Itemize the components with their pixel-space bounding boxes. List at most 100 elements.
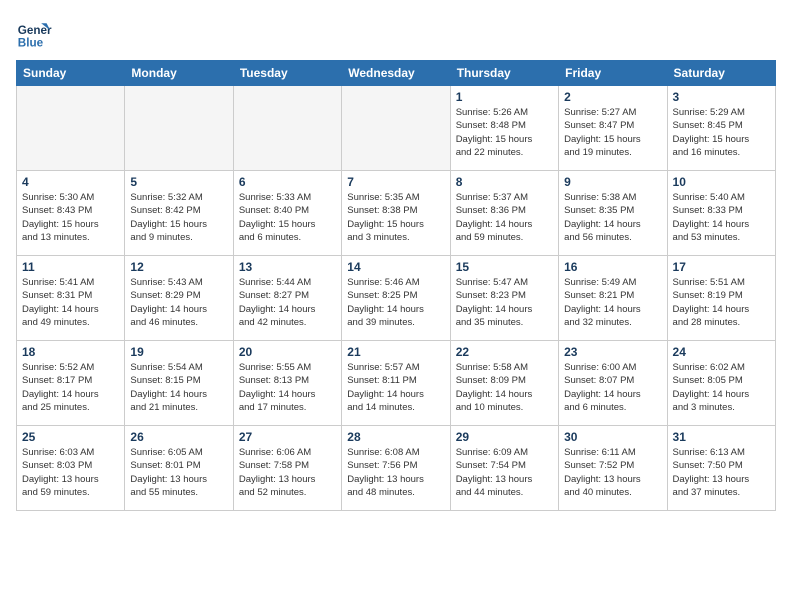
calendar-cell: 25 Sunrise: 6:03 AM Sunset: 8:03 PM Dayli…: [17, 426, 125, 511]
week-row-2: 4 Sunrise: 5:30 AM Sunset: 8:43 PM Daylig…: [17, 171, 776, 256]
day-number: 1: [456, 90, 553, 104]
calendar-cell: 3 Sunrise: 5:29 AM Sunset: 8:45 PM Daylig…: [667, 86, 775, 171]
calendar-cell: [342, 86, 450, 171]
calendar-cell: 11 Sunrise: 5:41 AM Sunset: 8:31 PM Dayli…: [17, 256, 125, 341]
calendar-cell: 17 Sunrise: 5:51 AM Sunset: 8:19 PM Dayli…: [667, 256, 775, 341]
day-info: Sunrise: 5:29 AM Sunset: 8:45 PM Dayligh…: [673, 106, 770, 159]
calendar-cell: 8 Sunrise: 5:37 AM Sunset: 8:36 PM Daylig…: [450, 171, 558, 256]
day-number: 20: [239, 345, 336, 359]
day-number: 29: [456, 430, 553, 444]
day-info: Sunrise: 5:41 AM Sunset: 8:31 PM Dayligh…: [22, 276, 119, 329]
day-info: Sunrise: 5:55 AM Sunset: 8:13 PM Dayligh…: [239, 361, 336, 414]
day-number: 22: [456, 345, 553, 359]
calendar-cell: 21 Sunrise: 5:57 AM Sunset: 8:11 PM Dayli…: [342, 341, 450, 426]
day-number: 15: [456, 260, 553, 274]
day-info: Sunrise: 6:06 AM Sunset: 7:58 PM Dayligh…: [239, 446, 336, 499]
day-info: Sunrise: 5:57 AM Sunset: 8:11 PM Dayligh…: [347, 361, 444, 414]
day-number: 11: [22, 260, 119, 274]
week-row-5: 25 Sunrise: 6:03 AM Sunset: 8:03 PM Dayli…: [17, 426, 776, 511]
day-info: Sunrise: 5:26 AM Sunset: 8:48 PM Dayligh…: [456, 106, 553, 159]
day-info: Sunrise: 5:49 AM Sunset: 8:21 PM Dayligh…: [564, 276, 661, 329]
day-info: Sunrise: 6:09 AM Sunset: 7:54 PM Dayligh…: [456, 446, 553, 499]
col-header-thursday: Thursday: [450, 61, 558, 86]
day-number: 28: [347, 430, 444, 444]
day-info: Sunrise: 6:08 AM Sunset: 7:56 PM Dayligh…: [347, 446, 444, 499]
calendar-cell: 30Sunrise: 6:11 AM Sunset: 7:52 PM Dayli…: [559, 426, 667, 511]
day-number: 27: [239, 430, 336, 444]
calendar-cell: [17, 86, 125, 171]
col-header-monday: Monday: [125, 61, 233, 86]
calendar-cell: 5 Sunrise: 5:32 AM Sunset: 8:42 PM Daylig…: [125, 171, 233, 256]
day-number: 25: [22, 430, 119, 444]
day-number: 24: [673, 345, 770, 359]
calendar-cell: 26Sunrise: 6:05 AM Sunset: 8:01 PM Dayli…: [125, 426, 233, 511]
col-header-wednesday: Wednesday: [342, 61, 450, 86]
day-number: 5: [130, 175, 227, 189]
calendar-cell: 2 Sunrise: 5:27 AM Sunset: 8:47 PM Daylig…: [559, 86, 667, 171]
day-number: 30: [564, 430, 661, 444]
calendar-cell: 4 Sunrise: 5:30 AM Sunset: 8:43 PM Daylig…: [17, 171, 125, 256]
col-header-friday: Friday: [559, 61, 667, 86]
week-row-1: 1 Sunrise: 5:26 AM Sunset: 8:48 PM Daylig…: [17, 86, 776, 171]
day-info: Sunrise: 5:52 AM Sunset: 8:17 PM Dayligh…: [22, 361, 119, 414]
day-number: 4: [22, 175, 119, 189]
day-info: Sunrise: 6:03 AM Sunset: 8:03 PM Dayligh…: [22, 446, 119, 499]
day-number: 9: [564, 175, 661, 189]
day-number: 23: [564, 345, 661, 359]
calendar-cell: 15Sunrise: 5:47 AM Sunset: 8:23 PM Dayli…: [450, 256, 558, 341]
day-info: Sunrise: 6:00 AM Sunset: 8:07 PM Dayligh…: [564, 361, 661, 414]
day-info: Sunrise: 5:40 AM Sunset: 8:33 PM Dayligh…: [673, 191, 770, 244]
calendar-cell: [125, 86, 233, 171]
calendar-cell: 24 Sunrise: 6:02 AM Sunset: 8:05 PM Dayli…: [667, 341, 775, 426]
day-number: 19: [130, 345, 227, 359]
calendar-cell: 27 Sunrise: 6:06 AM Sunset: 7:58 PM Dayli…: [233, 426, 341, 511]
day-info: Sunrise: 5:37 AM Sunset: 8:36 PM Dayligh…: [456, 191, 553, 244]
day-info: Sunrise: 5:46 AM Sunset: 8:25 PM Dayligh…: [347, 276, 444, 329]
day-number: 8: [456, 175, 553, 189]
calendar-cell: 20 Sunrise: 5:55 AM Sunset: 8:13 PM Dayli…: [233, 341, 341, 426]
calendar-cell: 16 Sunrise: 5:49 AM Sunset: 8:21 PM Dayli…: [559, 256, 667, 341]
day-number: 2: [564, 90, 661, 104]
calendar-header-row: SundayMondayTuesdayWednesdayThursdayFrid…: [17, 61, 776, 86]
week-row-3: 11 Sunrise: 5:41 AM Sunset: 8:31 PM Dayli…: [17, 256, 776, 341]
day-number: 17: [673, 260, 770, 274]
day-number: 16: [564, 260, 661, 274]
day-info: Sunrise: 5:33 AM Sunset: 8:40 PM Dayligh…: [239, 191, 336, 244]
day-info: Sunrise: 5:58 AM Sunset: 8:09 PM Dayligh…: [456, 361, 553, 414]
day-info: Sunrise: 5:35 AM Sunset: 8:38 PM Dayligh…: [347, 191, 444, 244]
day-info: Sunrise: 5:32 AM Sunset: 8:42 PM Dayligh…: [130, 191, 227, 244]
col-header-sunday: Sunday: [17, 61, 125, 86]
calendar-cell: 29 Sunrise: 6:09 AM Sunset: 7:54 PM Dayli…: [450, 426, 558, 511]
day-info: Sunrise: 5:30 AM Sunset: 8:43 PM Dayligh…: [22, 191, 119, 244]
day-number: 10: [673, 175, 770, 189]
calendar-table: SundayMondayTuesdayWednesdayThursdayFrid…: [16, 60, 776, 511]
calendar-cell: 19Sunrise: 5:54 AM Sunset: 8:15 PM Dayli…: [125, 341, 233, 426]
calendar-cell: 22 Sunrise: 5:58 AM Sunset: 8:09 PM Dayli…: [450, 341, 558, 426]
svg-text:Blue: Blue: [18, 37, 44, 50]
calendar-cell: 7Sunrise: 5:35 AM Sunset: 8:38 PM Daylig…: [342, 171, 450, 256]
day-info: Sunrise: 6:02 AM Sunset: 8:05 PM Dayligh…: [673, 361, 770, 414]
calendar-cell: 12Sunrise: 5:43 AM Sunset: 8:29 PM Dayli…: [125, 256, 233, 341]
calendar-cell: 31Sunrise: 6:13 AM Sunset: 7:50 PM Dayli…: [667, 426, 775, 511]
logo: General Blue: [16, 16, 56, 52]
calendar-cell: [233, 86, 341, 171]
calendar-cell: 28 Sunrise: 6:08 AM Sunset: 7:56 PM Dayli…: [342, 426, 450, 511]
page-header: General Blue: [16, 16, 776, 52]
day-number: 26: [130, 430, 227, 444]
day-info: Sunrise: 5:27 AM Sunset: 8:47 PM Dayligh…: [564, 106, 661, 159]
day-number: 12: [130, 260, 227, 274]
calendar-cell: 10 Sunrise: 5:40 AM Sunset: 8:33 PM Dayli…: [667, 171, 775, 256]
day-number: 21: [347, 345, 444, 359]
calendar-cell: 6Sunrise: 5:33 AM Sunset: 8:40 PM Daylig…: [233, 171, 341, 256]
day-info: Sunrise: 5:44 AM Sunset: 8:27 PM Dayligh…: [239, 276, 336, 329]
day-number: 18: [22, 345, 119, 359]
day-number: 3: [673, 90, 770, 104]
col-header-saturday: Saturday: [667, 61, 775, 86]
calendar-cell: 18 Sunrise: 5:52 AM Sunset: 8:17 PM Dayli…: [17, 341, 125, 426]
calendar-cell: 1 Sunrise: 5:26 AM Sunset: 8:48 PM Daylig…: [450, 86, 558, 171]
day-info: Sunrise: 5:51 AM Sunset: 8:19 PM Dayligh…: [673, 276, 770, 329]
calendar-cell: 9Sunrise: 5:38 AM Sunset: 8:35 PM Daylig…: [559, 171, 667, 256]
day-number: 14: [347, 260, 444, 274]
day-number: 31: [673, 430, 770, 444]
calendar-cell: 14 Sunrise: 5:46 AM Sunset: 8:25 PM Dayli…: [342, 256, 450, 341]
